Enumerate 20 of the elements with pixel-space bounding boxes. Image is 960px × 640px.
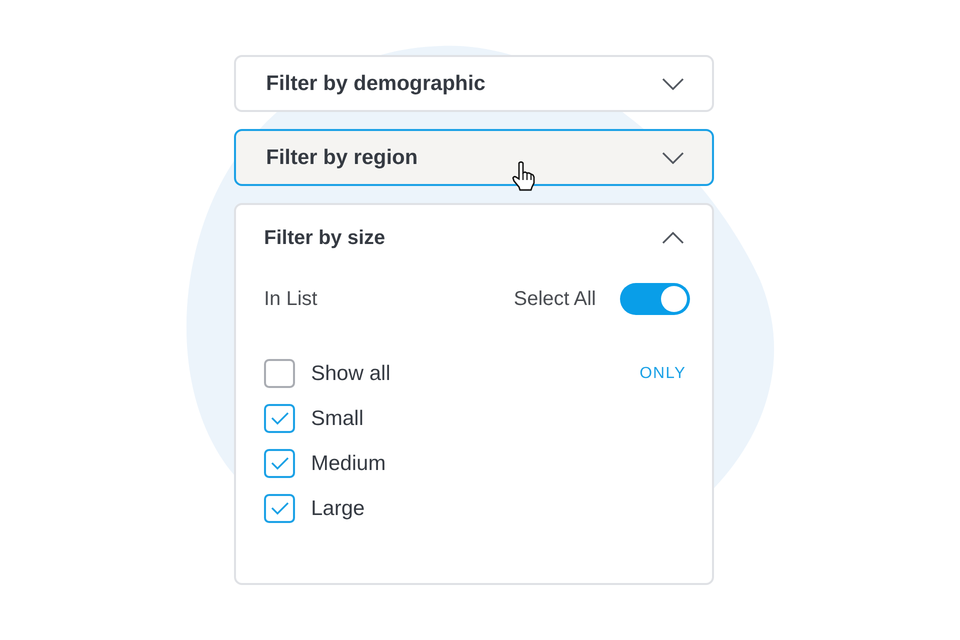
chevron-up-icon bbox=[662, 232, 684, 244]
option-label: Small bbox=[311, 406, 364, 432]
check-icon bbox=[270, 502, 288, 515]
option-label: Large bbox=[311, 496, 365, 522]
option-label: Medium bbox=[311, 450, 386, 477]
filter-title[interactable]: Filter by region bbox=[266, 142, 418, 174]
check-icon bbox=[270, 457, 288, 470]
checkbox[interactable] bbox=[264, 404, 295, 433]
filter-title[interactable]: Filter by demographic bbox=[266, 68, 486, 100]
chevron-down-icon bbox=[662, 78, 684, 90]
select-all-label: Select All bbox=[514, 287, 596, 312]
chevron-down-icon bbox=[662, 152, 684, 164]
select-all-toggle[interactable] bbox=[620, 283, 690, 315]
option-label: Show all bbox=[311, 360, 390, 387]
checkbox[interactable] bbox=[264, 359, 295, 388]
check-icon bbox=[270, 412, 288, 425]
filter-title[interactable]: Filter by size bbox=[264, 223, 386, 253]
list-label: In List bbox=[264, 287, 318, 312]
checkbox[interactable] bbox=[264, 449, 295, 478]
checkbox[interactable] bbox=[264, 494, 295, 523]
